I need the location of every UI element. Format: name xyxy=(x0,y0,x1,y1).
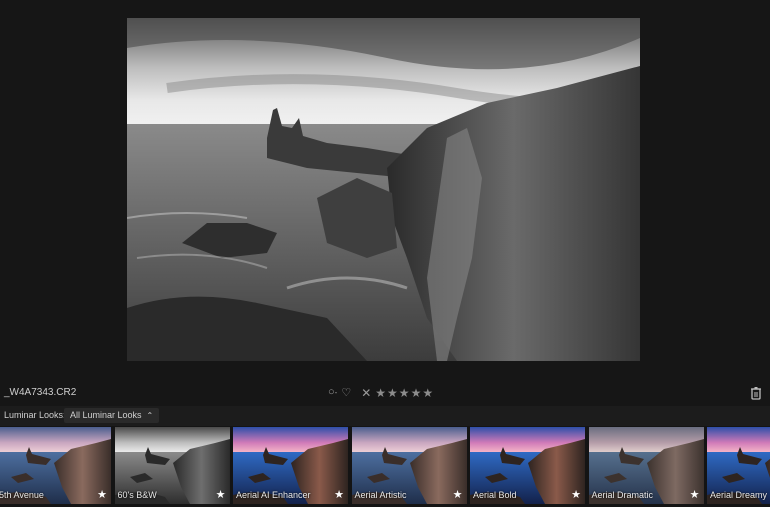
info-bar: _W4A7343.CR2 ○- ♡ ✕ ★ ★ ★ ★ ★ xyxy=(0,380,770,406)
favorite-star-icon[interactable]: ★ xyxy=(97,488,107,501)
look-thumbnail[interactable]: Aerial AI Enhancer ★ xyxy=(233,427,348,504)
look-thumbnail[interactable]: 60's B&W ★ xyxy=(114,427,230,504)
chevron-up-icon: ⌃ xyxy=(146,411,154,420)
photo-render xyxy=(127,18,640,361)
rating-controls: ○- ♡ ✕ ★ ★ ★ ★ ★ xyxy=(328,385,433,400)
look-thumbnail[interactable]: 5th Avenue ★ xyxy=(0,427,111,504)
trash-icon[interactable] xyxy=(750,386,762,400)
look-thumbnail[interactable]: Aerial Bold ★ xyxy=(470,427,585,504)
star-icon[interactable]: ★ xyxy=(375,386,386,400)
image-viewer xyxy=(0,0,770,380)
star-rating: ★ ★ ★ ★ ★ xyxy=(375,386,433,400)
look-name: 5th Avenue xyxy=(0,490,44,500)
favorite-star-icon[interactable]: ★ xyxy=(453,488,463,501)
heart-icon[interactable]: ♡ xyxy=(341,386,351,400)
color-label-icon[interactable]: ○- xyxy=(328,385,337,400)
star-icon[interactable]: ★ xyxy=(422,386,433,400)
look-name: Aerial Artistic xyxy=(354,490,407,500)
favorite-star-icon[interactable]: ★ xyxy=(690,488,700,501)
looks-filmstrip: 5th Avenue ★ 60's B&W ★ Aerial AI Enhancer ★ A… xyxy=(0,426,770,507)
look-thumbnail[interactable]: Aerial Artistic ★ xyxy=(351,427,467,504)
looks-dropdown-value: All Luminar Looks xyxy=(70,410,142,420)
star-icon[interactable]: ★ xyxy=(399,386,410,400)
star-icon[interactable]: ★ xyxy=(411,386,422,400)
look-name: Aerial Dramatic xyxy=(591,490,654,500)
look-thumbnail[interactable]: Aerial Dramatic ★ xyxy=(588,427,704,504)
look-name: 60's B&W xyxy=(117,490,157,500)
main-photo[interactable] xyxy=(127,18,640,361)
looks-dropdown[interactable]: All Luminar Looks ⌃ xyxy=(64,408,160,423)
looks-label: Luminar Looks: xyxy=(4,410,66,420)
favorite-star-icon[interactable]: ★ xyxy=(571,488,581,501)
looks-bar: Luminar Looks: All Luminar Looks ⌃ xyxy=(0,406,770,426)
look-name: Aerial Dreamy xyxy=(710,490,768,500)
favorite-star-icon[interactable]: ★ xyxy=(334,488,344,501)
star-icon[interactable]: ★ xyxy=(387,386,398,400)
look-name: Aerial AI Enhancer xyxy=(236,490,311,500)
look-thumbnail[interactable]: Aerial Dreamy★ xyxy=(707,427,770,504)
file-name: _W4A7343.CR2 xyxy=(4,387,77,398)
reject-icon[interactable]: ✕ xyxy=(361,386,371,400)
look-name: Aerial Bold xyxy=(473,490,517,500)
favorite-star-icon[interactable]: ★ xyxy=(216,488,226,501)
